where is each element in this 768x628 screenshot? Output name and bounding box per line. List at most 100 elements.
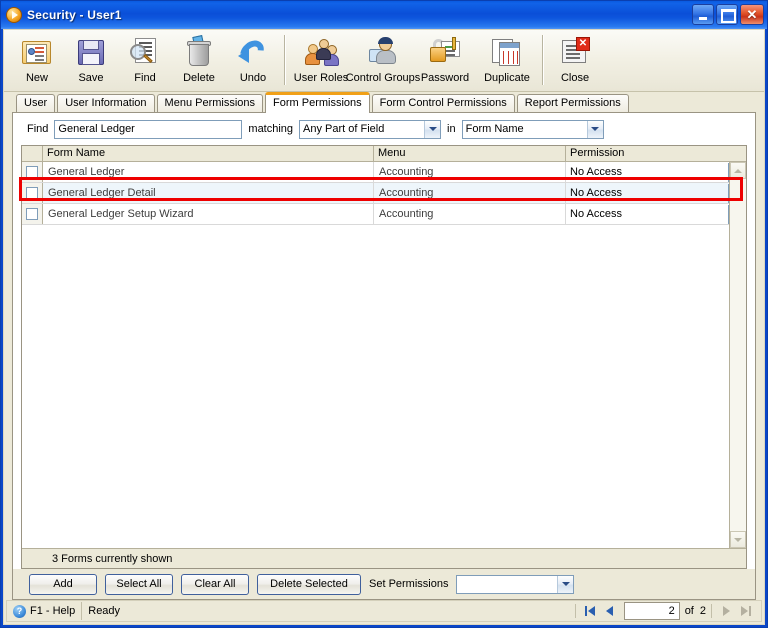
record-navigator: 2 of 2 (572, 602, 761, 620)
toolbar-button-undo[interactable]: Undo (226, 33, 280, 89)
toolbar-button-save[interactable]: Save (64, 33, 118, 89)
search-field-value: Form Name (465, 123, 524, 135)
trash-can-icon (183, 35, 215, 68)
tab-label: Form Control Permissions (379, 97, 507, 109)
total-pages: 2 (699, 605, 706, 617)
row-checkbox-cell[interactable] (22, 162, 43, 182)
undo-arrow-icon (235, 35, 269, 69)
scrollbar-track[interactable] (730, 179, 746, 531)
tab-form-control-permissions[interactable]: Form Control Permissions (371, 94, 515, 112)
close-icon: ✕ (746, 7, 758, 22)
set-permissions-select[interactable] (456, 574, 575, 594)
window-controls: ✕ (692, 4, 764, 25)
find-label: Find (27, 123, 49, 135)
add-button[interactable]: Add (29, 573, 97, 595)
action-bar: Add Select All Clear All Delete Selected… (13, 569, 755, 599)
row-checkbox[interactable] (26, 187, 38, 199)
minimize-button[interactable] (692, 4, 714, 25)
title-bar: Security - User1 ✕ (1, 1, 767, 29)
toolbar-label: Find (134, 72, 156, 84)
toolbar-button-find[interactable]: Find (118, 33, 172, 89)
table-row[interactable]: General Ledger Setup Wizard Accounting N… (22, 204, 746, 225)
toolbar-label: Save (78, 72, 104, 84)
status-text: Ready (88, 605, 121, 617)
nav-separator (574, 604, 576, 618)
new-user-icon (21, 36, 53, 68)
nav-separator (711, 604, 712, 618)
cell-form-name: General Ledger (43, 162, 374, 182)
toolbar: New Save Find Delete Undo User Roles Con… (4, 30, 764, 92)
chevron-down-icon[interactable] (586, 120, 603, 138)
scroll-down-icon[interactable] (730, 531, 746, 548)
toolbar-button-delete[interactable]: Delete (172, 33, 226, 89)
find-input[interactable]: General Ledger (54, 119, 243, 139)
toolbar-button-duplicate[interactable]: Duplicate (476, 33, 538, 89)
grid-header-form-name[interactable]: Form Name (43, 146, 374, 161)
of-label: of (684, 605, 694, 617)
table-row[interactable]: General Ledger Accounting No Access (22, 162, 746, 183)
match-mode-select[interactable]: Any Part of Field (299, 119, 442, 139)
toolbar-label: Control Groups (345, 72, 421, 84)
question-help-icon: ? (13, 604, 26, 618)
cell-permission[interactable]: No Access (566, 183, 746, 203)
floppy-disk-icon (75, 36, 107, 68)
toolbar-button-user-roles[interactable]: User Roles (290, 33, 352, 89)
table-row[interactable]: General Ledger Detail Accounting No Acce… (22, 183, 746, 204)
row-checkbox[interactable] (26, 208, 38, 220)
toolbar-label: Close (560, 72, 590, 84)
tab-menu-permissions[interactable]: Menu Permissions (156, 94, 264, 112)
play-circle-icon (6, 7, 22, 23)
previous-record-button[interactable] (601, 602, 619, 620)
current-page-input[interactable]: 2 (623, 602, 680, 620)
cell-form-name: General Ledger Setup Wizard (43, 204, 374, 224)
grid-header-select (22, 146, 43, 161)
last-record-button[interactable] (737, 602, 755, 620)
toolbar-separator (284, 35, 286, 85)
cell-menu: Accounting (374, 162, 566, 182)
maximize-button[interactable] (716, 4, 738, 25)
cell-menu: Accounting (374, 183, 566, 203)
tab-label: User Information (65, 97, 147, 109)
grid-vertical-scrollbar[interactable] (729, 162, 746, 548)
grid-header-menu[interactable]: Menu (374, 146, 566, 161)
toolbar-button-password[interactable]: Password (414, 33, 476, 89)
row-checkbox-cell[interactable] (22, 204, 43, 224)
toolbar-label: Duplicate (484, 72, 530, 84)
chevron-down-icon[interactable] (557, 575, 574, 593)
scroll-up-icon[interactable] (730, 162, 746, 179)
tab-user[interactable]: User (16, 94, 56, 112)
match-mode-value: Any Part of Field (303, 123, 385, 135)
help-label: F1 - Help (30, 605, 76, 617)
row-checkbox-cell[interactable] (22, 183, 43, 203)
close-button[interactable]: ✕ (740, 4, 764, 25)
tab-user-information[interactable]: User Information (57, 94, 155, 112)
toolbar-separator (542, 35, 544, 85)
cell-permission[interactable]: No Access (566, 204, 746, 224)
delete-selected-button[interactable]: Delete Selected (257, 573, 361, 595)
grid-header-row: Form Name Menu Permission (22, 146, 746, 162)
client-area: New Save Find Delete Undo User Roles Con… (3, 29, 765, 625)
next-record-button[interactable] (717, 602, 735, 620)
toolbar-label: Password (420, 72, 470, 84)
grid-header-permission[interactable]: Permission (566, 146, 746, 161)
tab-report-permissions[interactable]: Report Permissions (516, 94, 629, 112)
clear-all-button[interactable]: Clear All (181, 573, 249, 595)
row-checkbox[interactable] (26, 166, 38, 178)
toolbar-button-new[interactable]: New (10, 33, 64, 89)
padlock-key-icon (429, 36, 461, 68)
forms-grid: Form Name Menu Permission General Ledger… (21, 145, 747, 569)
tab-form-permissions[interactable]: Form Permissions (265, 92, 370, 113)
magnifier-icon (129, 36, 161, 68)
cell-form-name: General Ledger Detail (43, 183, 374, 203)
cell-permission[interactable]: No Access (566, 162, 746, 182)
chevron-down-icon[interactable] (424, 120, 441, 138)
help-hint[interactable]: ? F1 - Help (7, 602, 83, 620)
toolbar-button-control-groups[interactable]: Control Groups (346, 33, 420, 89)
first-record-button[interactable] (581, 602, 599, 620)
toolbar-label: User Roles (293, 72, 349, 84)
search-field-select[interactable]: Form Name (461, 119, 604, 139)
toolbar-button-close[interactable]: ✕ Close (548, 33, 602, 89)
grid-body: General Ledger Accounting No Access Gene… (22, 162, 746, 548)
select-all-button[interactable]: Select All (105, 573, 173, 595)
user-computer-icon (367, 36, 399, 68)
